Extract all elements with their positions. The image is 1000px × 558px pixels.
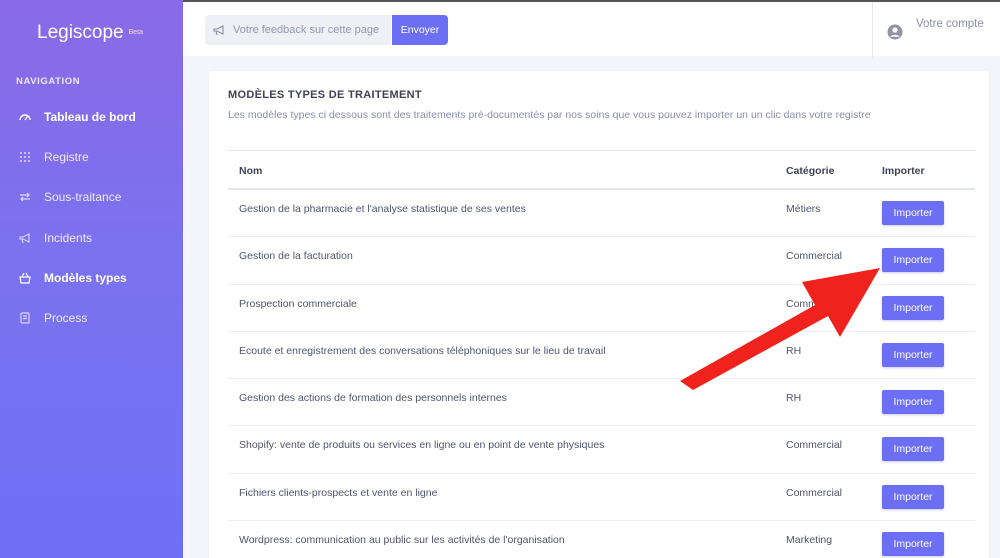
beta-badge: Beta (128, 29, 144, 37)
templates-card: MODÈLES TYPES DE TRAITEMENT Les modèles … (209, 71, 989, 558)
sidebar-item-modeles-types[interactable]: Modèles types (18, 268, 127, 288)
page-title: MODÈLES TYPES DE TRAITEMENT (228, 89, 422, 101)
brand-logo[interactable]: Legiscope Beta (37, 22, 143, 44)
templates-table: Nom Catégorie Importer Gestion de la pha… (228, 150, 975, 558)
import-button[interactable]: Importer (882, 248, 944, 273)
arrows-icon (18, 190, 32, 204)
user-avatar-icon (887, 24, 903, 40)
import-button[interactable]: Importer (882, 201, 944, 225)
sidebar-item-label: Registre (44, 150, 89, 164)
import-button[interactable]: Importer (882, 390, 944, 415)
row-name: Shopify: vente de produits ou services e… (239, 439, 605, 452)
import-button[interactable]: Importer (882, 342, 944, 367)
sidebar-item-label: Process (44, 311, 88, 325)
header-name: Nom (239, 165, 263, 177)
basket-icon (18, 271, 32, 285)
row-name: Wordpress: communication au public sur l… (239, 534, 565, 547)
sidebar-item-label: Modèles types (44, 271, 127, 285)
sidebar-item-sous-traitance[interactable]: Sous-traitance (18, 187, 121, 207)
table-row: Wordpress: communication au public sur l… (228, 521, 975, 558)
send-feedback-button[interactable]: Envoyer (392, 15, 448, 45)
row-category: RH (786, 392, 802, 405)
sidebar-item-incidents[interactable]: Incidents (18, 228, 92, 248)
speedometer-icon (18, 110, 32, 124)
brand-name: Legiscope (37, 22, 124, 43)
import-button[interactable]: Importer (882, 295, 944, 320)
document-icon (18, 311, 32, 325)
row-category: Marketing (786, 534, 833, 547)
row-name: Ecoute et enregistrement des conversatio… (239, 344, 606, 357)
sidebar-item-registre[interactable]: Registre (18, 147, 89, 167)
row-category: Métiers (786, 203, 821, 215)
grid-dots-icon (18, 150, 32, 164)
row-category: Commercial (786, 486, 843, 499)
row-category: RH (786, 344, 802, 357)
row-name: Gestion des actions de formation des per… (239, 392, 507, 405)
sidebar-item-process[interactable]: Process (18, 308, 87, 328)
table-header: Nom Catégorie Importer (228, 150, 975, 190)
megaphone-icon (212, 24, 226, 36)
table-row: Fichiers clients-prospects et vente en l… (228, 474, 975, 522)
sidebar-item-label: Tableau de bord (44, 110, 136, 124)
table-row: Shopify: vente de produits ou services e… (228, 426, 975, 474)
nav-heading: NAVIGATION (16, 76, 81, 87)
row-category: Commercial (786, 250, 843, 263)
table-row: Prospection commerciale Commercial Impor… (228, 285, 975, 332)
feedback-box (205, 15, 391, 45)
sidebar: Legiscope Beta NAVIGATION Tableau de bord… (0, 0, 183, 558)
header-category: Catégorie (786, 165, 835, 177)
account-label: Votre compte (916, 18, 984, 30)
topbar: Envoyer Votre compte (183, 0, 1000, 58)
page-subtitle: Les modèles types ci dessous sont des tr… (228, 109, 871, 121)
import-button[interactable]: Importer (882, 437, 944, 462)
feedback-input[interactable] (233, 24, 383, 36)
import-button[interactable]: Importer (882, 532, 944, 557)
sidebar-item-tableau-de-bord[interactable]: Tableau de bord (18, 107, 136, 127)
import-button[interactable]: Importer (882, 484, 944, 509)
header-import: Importer (882, 165, 925, 177)
row-name: Gestion de la facturation (239, 250, 353, 263)
table-row: Gestion de la facturation Commercial Imp… (228, 237, 975, 285)
row-name: Fichiers clients-prospects et vente en l… (239, 486, 438, 499)
row-category: Commercial (786, 297, 843, 310)
sidebar-item-label: Incidents (44, 231, 93, 245)
megaphone-icon (18, 231, 32, 245)
account-menu[interactable]: Votre compte (872, 2, 1000, 58)
row-name: Gestion de la pharmacie et l'analyse sta… (239, 203, 526, 215)
table-row: Ecoute et enregistrement des conversatio… (228, 332, 975, 380)
row-category: Commercial (786, 439, 843, 452)
table-row: Gestion de la pharmacie et l'analyse sta… (228, 190, 975, 238)
sidebar-item-label: Sous-traitance (44, 190, 122, 204)
table-row: Gestion des actions de formation des per… (228, 379, 975, 427)
row-name: Prospection commerciale (239, 297, 357, 310)
